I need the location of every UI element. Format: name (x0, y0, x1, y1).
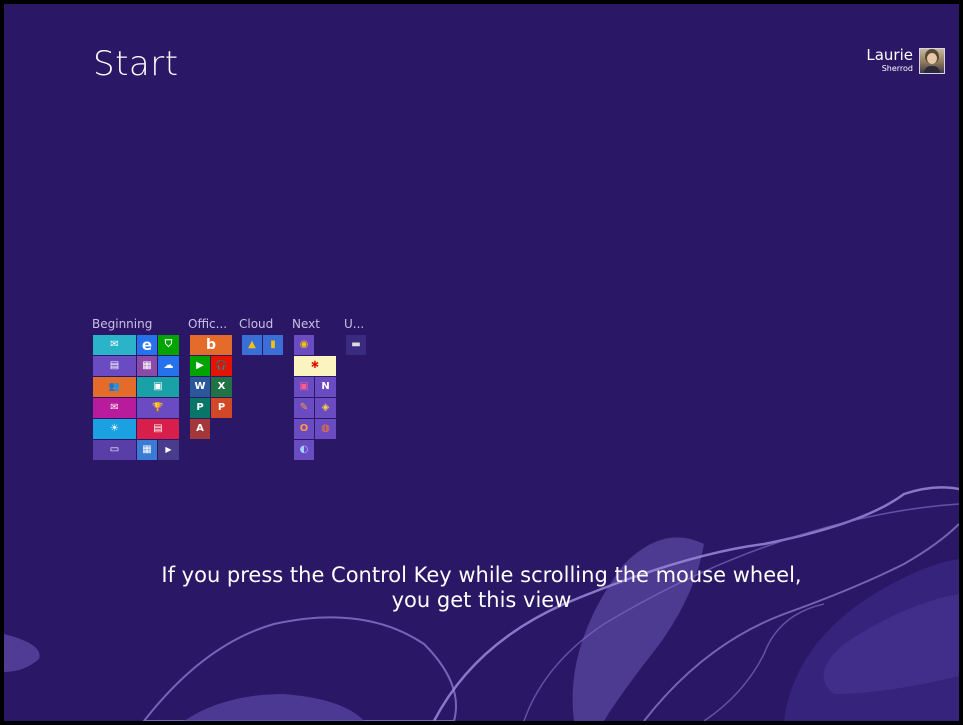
messaging-icon: ✉ (110, 402, 119, 413)
outlook-icon: O (299, 423, 309, 434)
tile-weather[interactable]: ☀ (93, 419, 136, 439)
tile-access[interactable]: A (190, 419, 210, 439)
onenote-icon: N (321, 381, 330, 392)
tile-app-misc2[interactable]: ◈ (315, 398, 336, 418)
people-icon: 👥 (108, 381, 121, 392)
project-icon: ▣ (299, 381, 309, 392)
publisher-icon: P (196, 402, 204, 413)
tile-games[interactable]: 🏆 (137, 398, 179, 418)
access-icon: A (196, 423, 204, 434)
skydrive-icon: ☁ (163, 360, 174, 371)
group-label-beginning[interactable]: Beginning (92, 317, 152, 331)
desktop-icon: ▭ (109, 444, 120, 455)
tile-command-prompt[interactable]: ▬ (346, 335, 366, 355)
control-panel-icon: ▦ (142, 444, 152, 455)
game-controller-icon: ▶ (196, 360, 204, 371)
headphones-icon: 🎧 (215, 360, 228, 371)
user-last-name: Sherrod (881, 64, 913, 73)
tile-word[interactable]: W (190, 377, 210, 397)
tile-paint[interactable]: ✱ (294, 356, 336, 376)
store-icon: ⛉ (164, 339, 173, 350)
news-icon: ▤ (109, 360, 120, 371)
weather-icon: ☀ (110, 423, 119, 434)
tile-chrome[interactable]: ◉ (294, 335, 314, 355)
tile-project[interactable]: ▣ (294, 377, 314, 397)
caption-line-2: you get this view (391, 588, 572, 612)
tile-google-docs[interactable]: ▮ (263, 335, 283, 355)
tile-photos[interactable]: ▣ (137, 377, 179, 397)
tile-store[interactable]: ⛉ (158, 335, 179, 355)
tile-bing[interactable]: b (190, 335, 232, 355)
caption-line-1: If you press the Control Key while scrol… (161, 563, 802, 587)
start-title: Start (93, 44, 179, 84)
bing-icon: b (205, 337, 217, 353)
tile-app-misc3[interactable]: ◐ (294, 440, 314, 460)
tile-desktop[interactable]: ▭ (93, 440, 136, 460)
user-account[interactable]: Laurie Sherrod (866, 48, 945, 74)
tile-xbox-games[interactable]: ▶ (190, 356, 210, 376)
photos-icon: ▣ (153, 381, 163, 392)
tile-onenote[interactable]: N (315, 377, 336, 397)
tile-google-drive[interactable]: ▲ (242, 335, 262, 355)
excel-icon: X (217, 381, 226, 392)
tile-skydrive[interactable]: ☁ (158, 356, 179, 376)
user-avatar[interactable] (919, 48, 945, 74)
mail-icon: ✉ (110, 339, 119, 350)
app-misc1-icon: ✎ (299, 402, 309, 413)
start-screen: Start Laurie Sherrod Beginning Offic... … (4, 4, 959, 721)
internet-explorer-icon: e (141, 335, 153, 354)
video-icon: ▶ (165, 445, 172, 454)
group-label-u[interactable]: U... (344, 317, 364, 331)
tile-messaging[interactable]: ✉ (93, 398, 136, 418)
powerpoint-icon: P (217, 402, 226, 413)
group-label-cloud[interactable]: Cloud (239, 317, 273, 331)
tile-people[interactable]: 👥 (93, 377, 136, 397)
google-docs-icon: ▮ (270, 339, 276, 350)
maps-icon: ▦ (142, 360, 152, 371)
google-drive-icon: ▲ (248, 339, 256, 350)
tile-publisher[interactable]: P (190, 398, 210, 418)
user-first-name: Laurie (866, 46, 913, 64)
app-misc2-icon: ◈ (321, 402, 330, 413)
user-name-block: Laurie Sherrod (866, 48, 913, 73)
tile-app-misc1[interactable]: ✎ (294, 398, 314, 418)
tile-finance[interactable]: ▤ (137, 419, 179, 439)
tile-video[interactable]: ▶ (158, 440, 179, 460)
group-label-next[interactable]: Next (292, 317, 320, 331)
firefox-icon: ◍ (321, 423, 330, 434)
tile-maps[interactable]: ▦ (137, 356, 157, 376)
command-prompt-icon: ▬ (351, 339, 361, 350)
word-icon: W (194, 381, 206, 392)
tile-news[interactable]: ▤ (93, 356, 136, 376)
tile-mail[interactable]: ✉ (93, 335, 136, 355)
tile-outlook[interactable]: O (294, 419, 314, 439)
group-label-office[interactable]: Offic... (188, 317, 227, 331)
tile-firefox[interactable]: ◍ (315, 419, 336, 439)
chrome-icon: ◉ (299, 339, 309, 350)
tile-internet-explorer[interactable]: e (137, 335, 157, 355)
tile-excel[interactable]: X (211, 377, 232, 397)
finance-icon: ▤ (153, 423, 163, 434)
caption: If you press the Control Key while scrol… (4, 563, 959, 613)
tile-control-panel[interactable]: ▦ (137, 440, 157, 460)
tile-music[interactable]: 🎧 (211, 356, 232, 376)
app-misc3-icon: ◐ (299, 444, 309, 455)
tile-powerpoint[interactable]: P (211, 398, 232, 418)
trophy-icon: 🏆 (152, 402, 164, 413)
paint-splat-icon: ✱ (310, 360, 320, 371)
